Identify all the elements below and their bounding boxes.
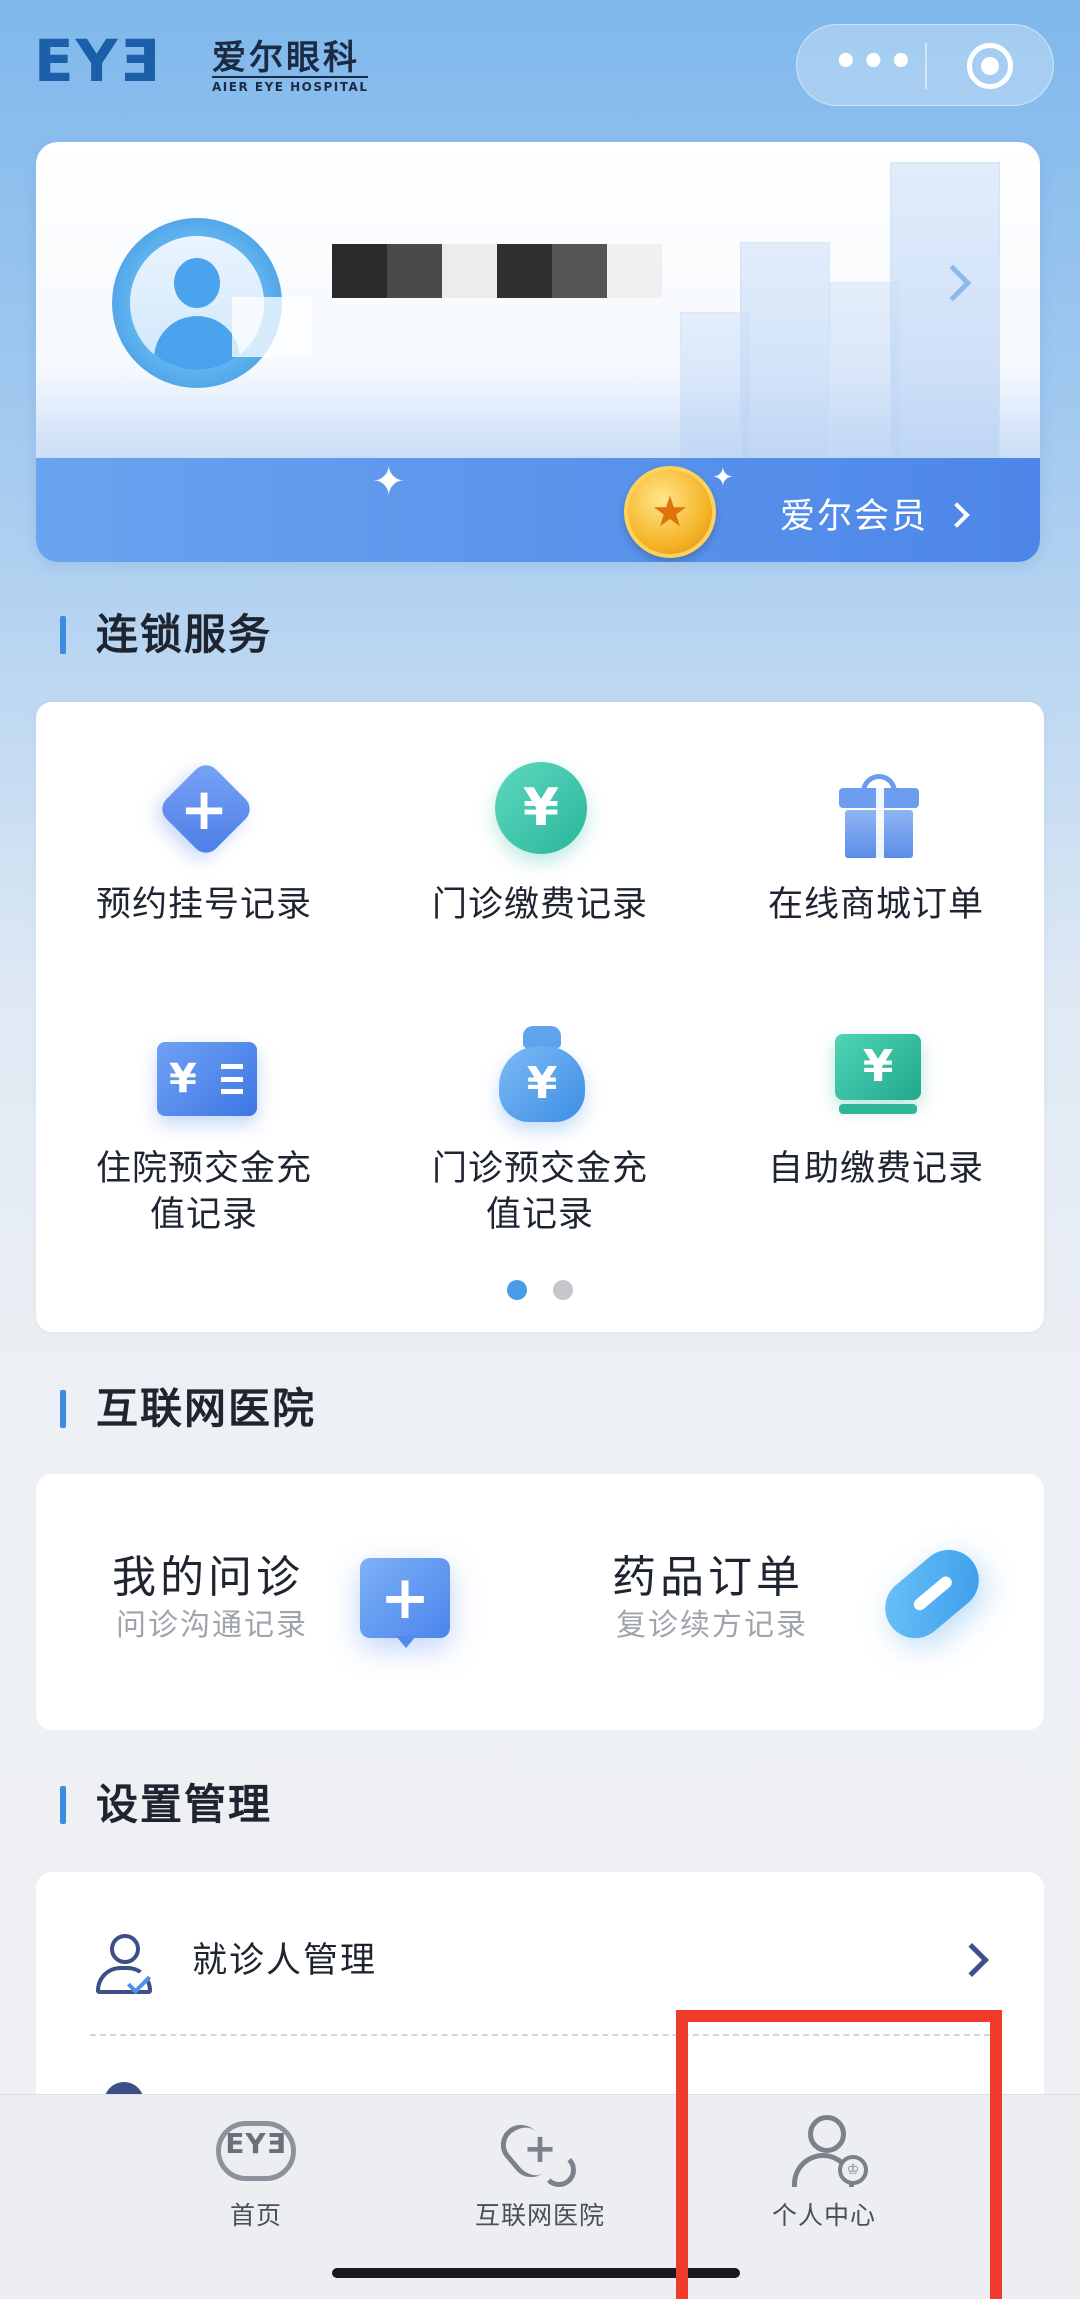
- medicine-orders-title: 药品订单: [612, 1552, 804, 1603]
- yuan-card-icon: ¥: [149, 1018, 259, 1128]
- city-skyline-illustration: [680, 152, 1020, 462]
- medicine-orders-item[interactable]: 药品订单 复诊续方记录: [540, 1474, 1044, 1730]
- settings-row-label: 就诊人管理: [192, 1941, 378, 1981]
- service-label: 自助缴费记录: [767, 1149, 984, 1189]
- member-chevron-icon: [944, 502, 970, 528]
- chat-plus-icon: +: [360, 1558, 450, 1648]
- tab-label: 首页: [229, 2201, 282, 2230]
- section-title-settings: 设置管理: [60, 1782, 272, 1828]
- service-outpatient-payment-records[interactable]: ¥ 门诊缴费记录: [372, 754, 708, 928]
- yuan-screen-icon: ¥: [821, 1018, 931, 1128]
- close-miniprogram-button[interactable]: [967, 43, 1013, 89]
- service-self-payment-records[interactable]: ¥ 自助缴费记录: [708, 1018, 1044, 1192]
- section-title-chain-services: 连锁服务: [60, 612, 272, 658]
- brand-name-cn: 爱尔眼科: [212, 38, 360, 78]
- more-options-button[interactable]: •••: [833, 42, 914, 83]
- brand-name-en: AIER EYE HOSPITAL: [212, 76, 369, 94]
- member-label[interactable]: 爱尔会员: [780, 488, 928, 539]
- service-label: 在线商城订单: [767, 885, 984, 925]
- capsule-divider: [925, 43, 927, 89]
- brand-logo-mark: EYƎ: [34, 27, 162, 95]
- sparkle-icon: ✦: [372, 459, 406, 505]
- tab-internet-hospital[interactable]: + 互联网医院: [430, 2113, 650, 2233]
- home-logo-icon: EYƎ: [212, 2113, 300, 2189]
- pill-icon: [872, 1537, 992, 1651]
- consultation-title: 我的问诊: [112, 1552, 304, 1603]
- tab-label: 互联网医院: [474, 2201, 605, 2230]
- chevron-right-icon: [955, 1943, 989, 1977]
- redaction-blur: [232, 297, 312, 357]
- service-appointment-records[interactable]: + 预约挂号记录: [36, 754, 372, 928]
- page-dot-active[interactable]: [507, 1280, 528, 1300]
- medicine-orders-subtitle: 复诊续方记录: [616, 1608, 808, 1643]
- section-title-internet-hospital: 互联网医院: [60, 1386, 316, 1432]
- service-label: 门诊缴费记录: [431, 885, 648, 925]
- carousel-pagination: [36, 1280, 1044, 1304]
- my-consultation-item[interactable]: 我的问诊 问诊沟通记录 +: [36, 1474, 540, 1730]
- miniprogram-capsule: •••: [796, 24, 1054, 106]
- gold-coin-icon: ★: [624, 466, 716, 558]
- service-inpatient-deposit-records[interactable]: ¥ 住院预交金充值记录: [36, 1018, 372, 1238]
- annotation-highlight-box: [676, 2010, 1002, 2299]
- service-label: 住院预交金充值记录: [95, 1149, 312, 1235]
- service-label: 预约挂号记录: [95, 885, 312, 925]
- service-online-mall-orders[interactable]: 在线商城订单: [708, 754, 1044, 928]
- sparkle-small-icon: ✦: [712, 463, 734, 493]
- money-bag-icon: ¥: [485, 1018, 595, 1128]
- internet-hospital-card: 我的问诊 问诊沟通记录 + 药品订单 复诊续方记录: [36, 1474, 1044, 1730]
- settings-row-patient-management[interactable]: 就诊人管理: [36, 1908, 1044, 2018]
- service-label: 门诊预交金充值记录: [431, 1149, 648, 1235]
- chain-services-card: + 预约挂号记录 ¥ 门诊缴费记录 在线商城订单 ¥ 住院预交金充值记录 ¥ 门…: [36, 702, 1044, 1332]
- gift-icon: [821, 754, 931, 864]
- yuan-coin-icon: ¥: [485, 754, 595, 864]
- consultation-subtitle: 问诊沟通记录: [116, 1608, 308, 1643]
- tab-home[interactable]: EYƎ 首页: [146, 2113, 366, 2233]
- profile-card[interactable]: ✦ ✦ ★ 爱尔会员: [36, 142, 1040, 562]
- stethoscope-icon: +: [492, 2113, 584, 2189]
- patient-icon: [94, 1934, 154, 1996]
- user-name-redacted: [332, 244, 662, 298]
- top-header: EYƎ 爱尔眼科 AIER EYE HOSPITAL •••: [0, 0, 1080, 130]
- appointment-icon: +: [149, 754, 259, 864]
- member-bar[interactable]: ✦ ✦ ★ 爱尔会员: [36, 458, 1040, 562]
- page-dot[interactable]: [552, 1280, 573, 1300]
- service-outpatient-deposit-records[interactable]: ¥ 门诊预交金充值记录: [372, 1018, 708, 1238]
